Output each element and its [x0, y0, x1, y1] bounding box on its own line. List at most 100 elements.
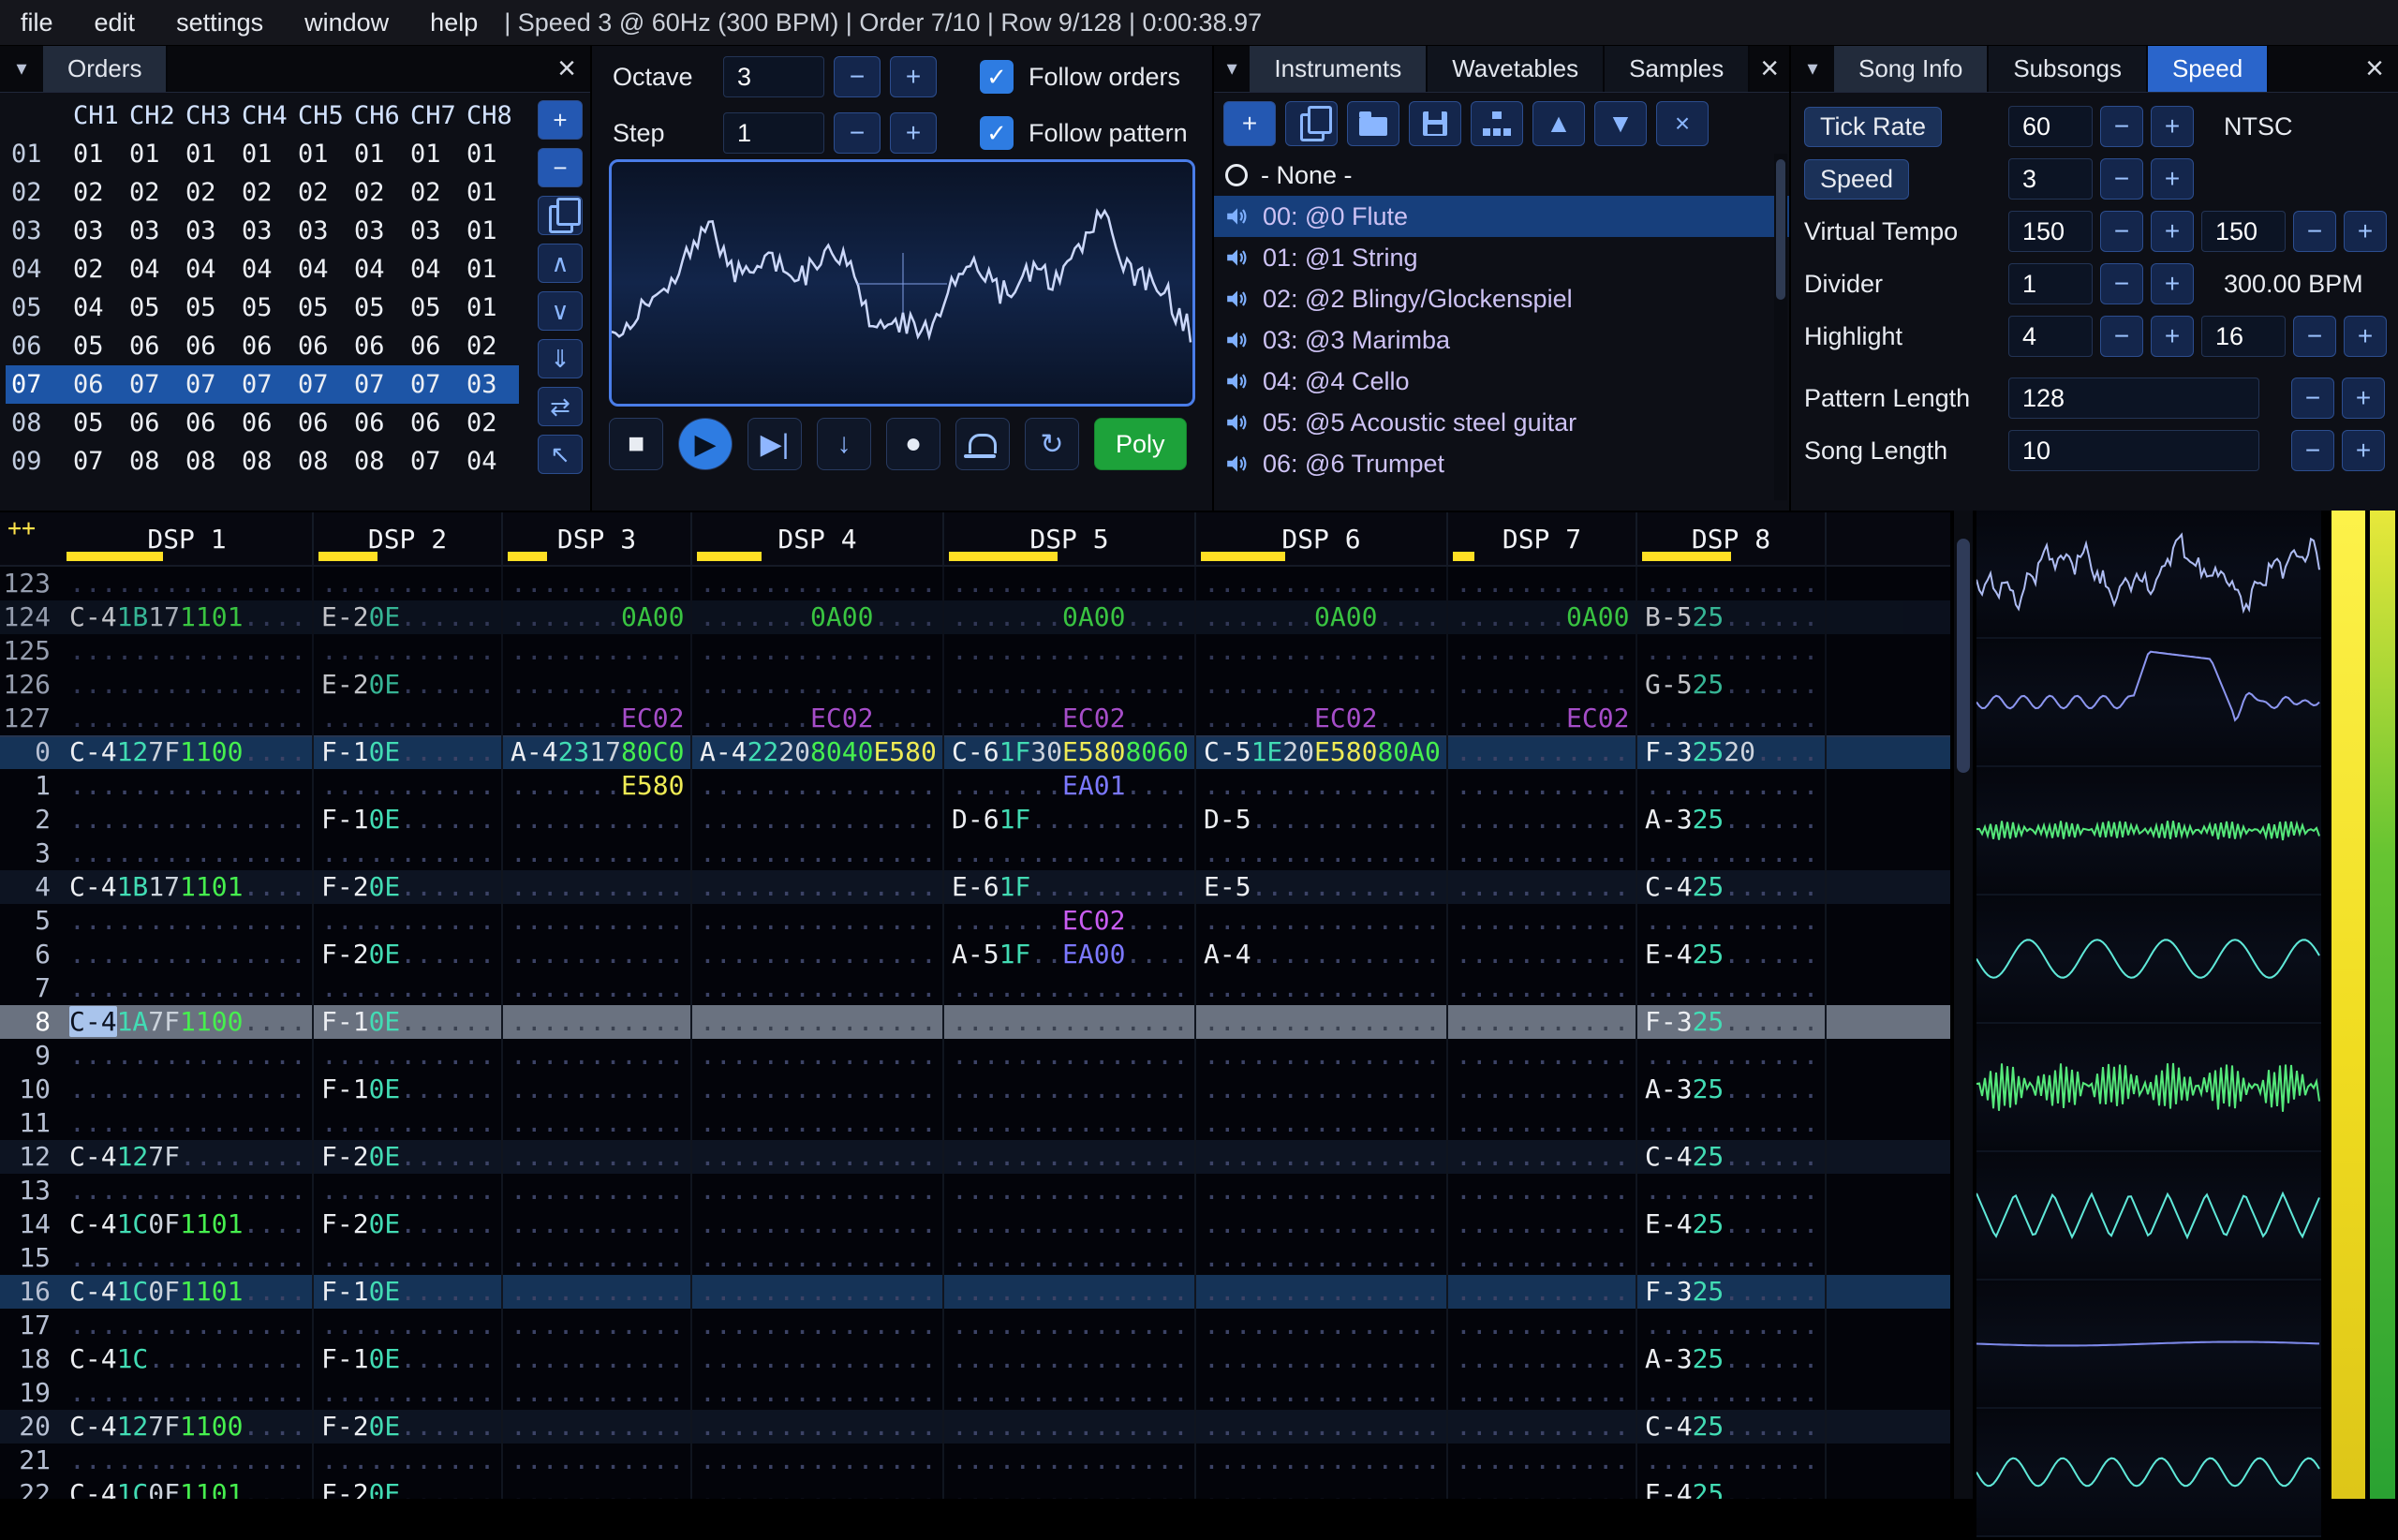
pattern-cell[interactable]: A-4............ — [1196, 938, 1448, 971]
menu-help[interactable]: help — [409, 8, 498, 37]
pattern-cell[interactable]: ............... — [1196, 1106, 1448, 1140]
pattern-cell[interactable]: F-20E...... — [314, 1477, 503, 1499]
order-cell[interactable]: 08 — [350, 447, 407, 476]
pattern-cell[interactable]: ............... — [692, 634, 944, 668]
pattern-cell[interactable]: ............... — [692, 971, 944, 1005]
pattern-cell[interactable]: ........... — [1637, 1444, 1827, 1477]
channel-header[interactable]: DSP 1 — [62, 512, 314, 565]
order-cell[interactable]: 03 — [407, 216, 463, 245]
pattern-cell[interactable]: ............... — [62, 971, 314, 1005]
speed-decrease-button[interactable]: − — [2100, 158, 2143, 200]
pattern-cell[interactable]: .......0A00 — [503, 600, 692, 634]
instrument-none-item[interactable]: - None - — [1214, 155, 1789, 196]
order-cell[interactable]: 01 — [350, 140, 407, 169]
pattern-cell[interactable]: ........... — [314, 769, 503, 803]
tick-rate-input[interactable]: 60 — [2008, 106, 2093, 147]
pattern-cell[interactable]: ............... — [692, 1410, 944, 1444]
highlight-first-increase-button[interactable]: + — [2151, 316, 2194, 357]
song-length-increase-button[interactable]: + — [2342, 430, 2385, 471]
pattern-cell[interactable]: ........... — [1448, 1275, 1637, 1309]
pattern-cell[interactable]: G-525...... — [1637, 668, 1827, 702]
pattern-cell[interactable]: ............... — [692, 1073, 944, 1106]
pattern-row[interactable]: 126............... E-20E.................… — [0, 668, 1950, 702]
pattern-cell[interactable]: C-41B171101.... — [62, 600, 314, 634]
tab-orders[interactable]: Orders — [43, 45, 169, 92]
pattern-cell[interactable]: ........... — [503, 1174, 692, 1207]
order-cell[interactable]: 02 — [463, 408, 519, 437]
order-row[interactable]: 06 05 06 06 06 06 06 06 02 — [6, 327, 519, 365]
pattern-cell[interactable]: D-5............ — [1196, 803, 1448, 837]
order-cell[interactable]: 01 — [294, 140, 350, 169]
pattern-cell[interactable]: ............... — [944, 1410, 1196, 1444]
pattern-row[interactable]: 15......................................… — [0, 1241, 1950, 1275]
pattern-row[interactable]: 13......................................… — [0, 1174, 1950, 1207]
order-cell[interactable]: 02 — [350, 178, 407, 207]
instruments-close-icon[interactable]: × — [1750, 45, 1789, 92]
pattern-cell[interactable]: ........... — [1637, 567, 1827, 600]
order-cell[interactable]: 04 — [69, 293, 126, 322]
order-cell[interactable]: 03 — [350, 216, 407, 245]
pattern-cell[interactable]: ........... — [314, 1444, 503, 1477]
order-cell[interactable]: 02 — [182, 178, 238, 207]
pattern-cell[interactable]: ............... — [1196, 634, 1448, 668]
pattern-row[interactable]: 12 C-4127F........ F-20E..................… — [0, 1140, 1950, 1174]
pattern-cell[interactable]: ........... — [1448, 668, 1637, 702]
pattern-cell[interactable]: F-10E...... — [314, 1005, 503, 1039]
pattern-cell[interactable]: ............... — [62, 837, 314, 870]
instrument-item[interactable]: 01: @1 String — [1214, 237, 1789, 278]
pattern-cell[interactable]: ........... — [1448, 1005, 1637, 1039]
menu-file[interactable]: file — [0, 8, 74, 37]
pattern-cell[interactable]: ............... — [1196, 1005, 1448, 1039]
pattern-cell[interactable]: ............... — [1196, 1376, 1448, 1410]
duplicate-order-to-end-button[interactable]: ⇓ — [538, 339, 583, 378]
pattern-cell[interactable]: F-20E...... — [314, 938, 503, 971]
pattern-cell[interactable]: ........... — [1637, 904, 1827, 938]
order-cell[interactable]: 07 — [182, 370, 238, 399]
virtual-tempo-denominator-input[interactable]: 150 — [2201, 211, 2286, 252]
pattern-cell[interactable]: ............... — [944, 1309, 1196, 1342]
order-cell[interactable]: 03 — [463, 370, 519, 399]
pattern-cell[interactable]: ............... — [944, 1073, 1196, 1106]
pattern-row[interactable]: 9.......................................… — [0, 1039, 1950, 1073]
pattern-cell[interactable]: ............... — [692, 837, 944, 870]
pattern-cell[interactable]: ............... — [692, 1444, 944, 1477]
pattern-cell[interactable]: ............... — [692, 668, 944, 702]
pattern-cell[interactable]: ........... — [1448, 634, 1637, 668]
order-cell[interactable]: 05 — [350, 293, 407, 322]
pattern-cell[interactable]: ............... — [1196, 1309, 1448, 1342]
open-instrument-button[interactable] — [1347, 101, 1399, 146]
step-row-button[interactable]: ↓ — [817, 418, 871, 470]
pattern-cell[interactable]: ............... — [692, 803, 944, 837]
song-info-menu-icon[interactable]: ▾ — [1791, 45, 1834, 92]
pattern-length-decrease-button[interactable]: − — [2291, 378, 2334, 419]
highlight-first-decrease-button[interactable]: − — [2100, 316, 2143, 357]
pattern-cell[interactable]: F-20E...... — [314, 1140, 503, 1174]
virtual-tempo-numerator-input[interactable]: 150 — [2008, 211, 2093, 252]
pattern-cell[interactable]: F-20E...... — [314, 1410, 503, 1444]
order-cell[interactable]: 05 — [182, 293, 238, 322]
instrument-folders-button[interactable] — [1471, 101, 1523, 146]
pattern-cell[interactable]: ............... — [944, 1207, 1196, 1241]
pattern-cell[interactable]: ............... — [692, 1005, 944, 1039]
pattern-cell[interactable]: ............... — [62, 1309, 314, 1342]
follow-pattern-checkbox[interactable]: ✓ — [980, 116, 1014, 150]
pattern-row[interactable]: 124 C-41B171101.... E-20E...... .......0A00… — [0, 600, 1950, 634]
pattern-cell[interactable]: ............... — [944, 1039, 1196, 1073]
pattern-cell[interactable]: .......EC02 — [1448, 702, 1637, 735]
pattern-cell[interactable]: ........... — [314, 1039, 503, 1073]
divider-decrease-button[interactable]: − — [2100, 263, 2143, 304]
pattern-row[interactable]: 6............... F-20E...................… — [0, 938, 1950, 971]
pattern-cell[interactable]: ........... — [503, 1039, 692, 1073]
pattern-cell[interactable]: F-325...... — [1637, 1005, 1827, 1039]
order-cell[interactable]: 01 — [463, 178, 519, 207]
song-length-input[interactable]: 10 — [2008, 430, 2259, 471]
order-cell[interactable]: 07 — [407, 370, 463, 399]
pattern-cell[interactable]: ............... — [944, 634, 1196, 668]
pattern-cell[interactable]: ............... — [1196, 1444, 1448, 1477]
pattern-cell[interactable]: ............... — [692, 1106, 944, 1140]
pattern-row[interactable]: 17......................................… — [0, 1309, 1950, 1342]
speed-increase-button[interactable]: + — [2151, 158, 2194, 200]
order-cell[interactable]: 01 — [182, 140, 238, 169]
pattern-cell[interactable]: C-4127F........ — [62, 1140, 314, 1174]
pattern-row[interactable]: 7.......................................… — [0, 971, 1950, 1005]
